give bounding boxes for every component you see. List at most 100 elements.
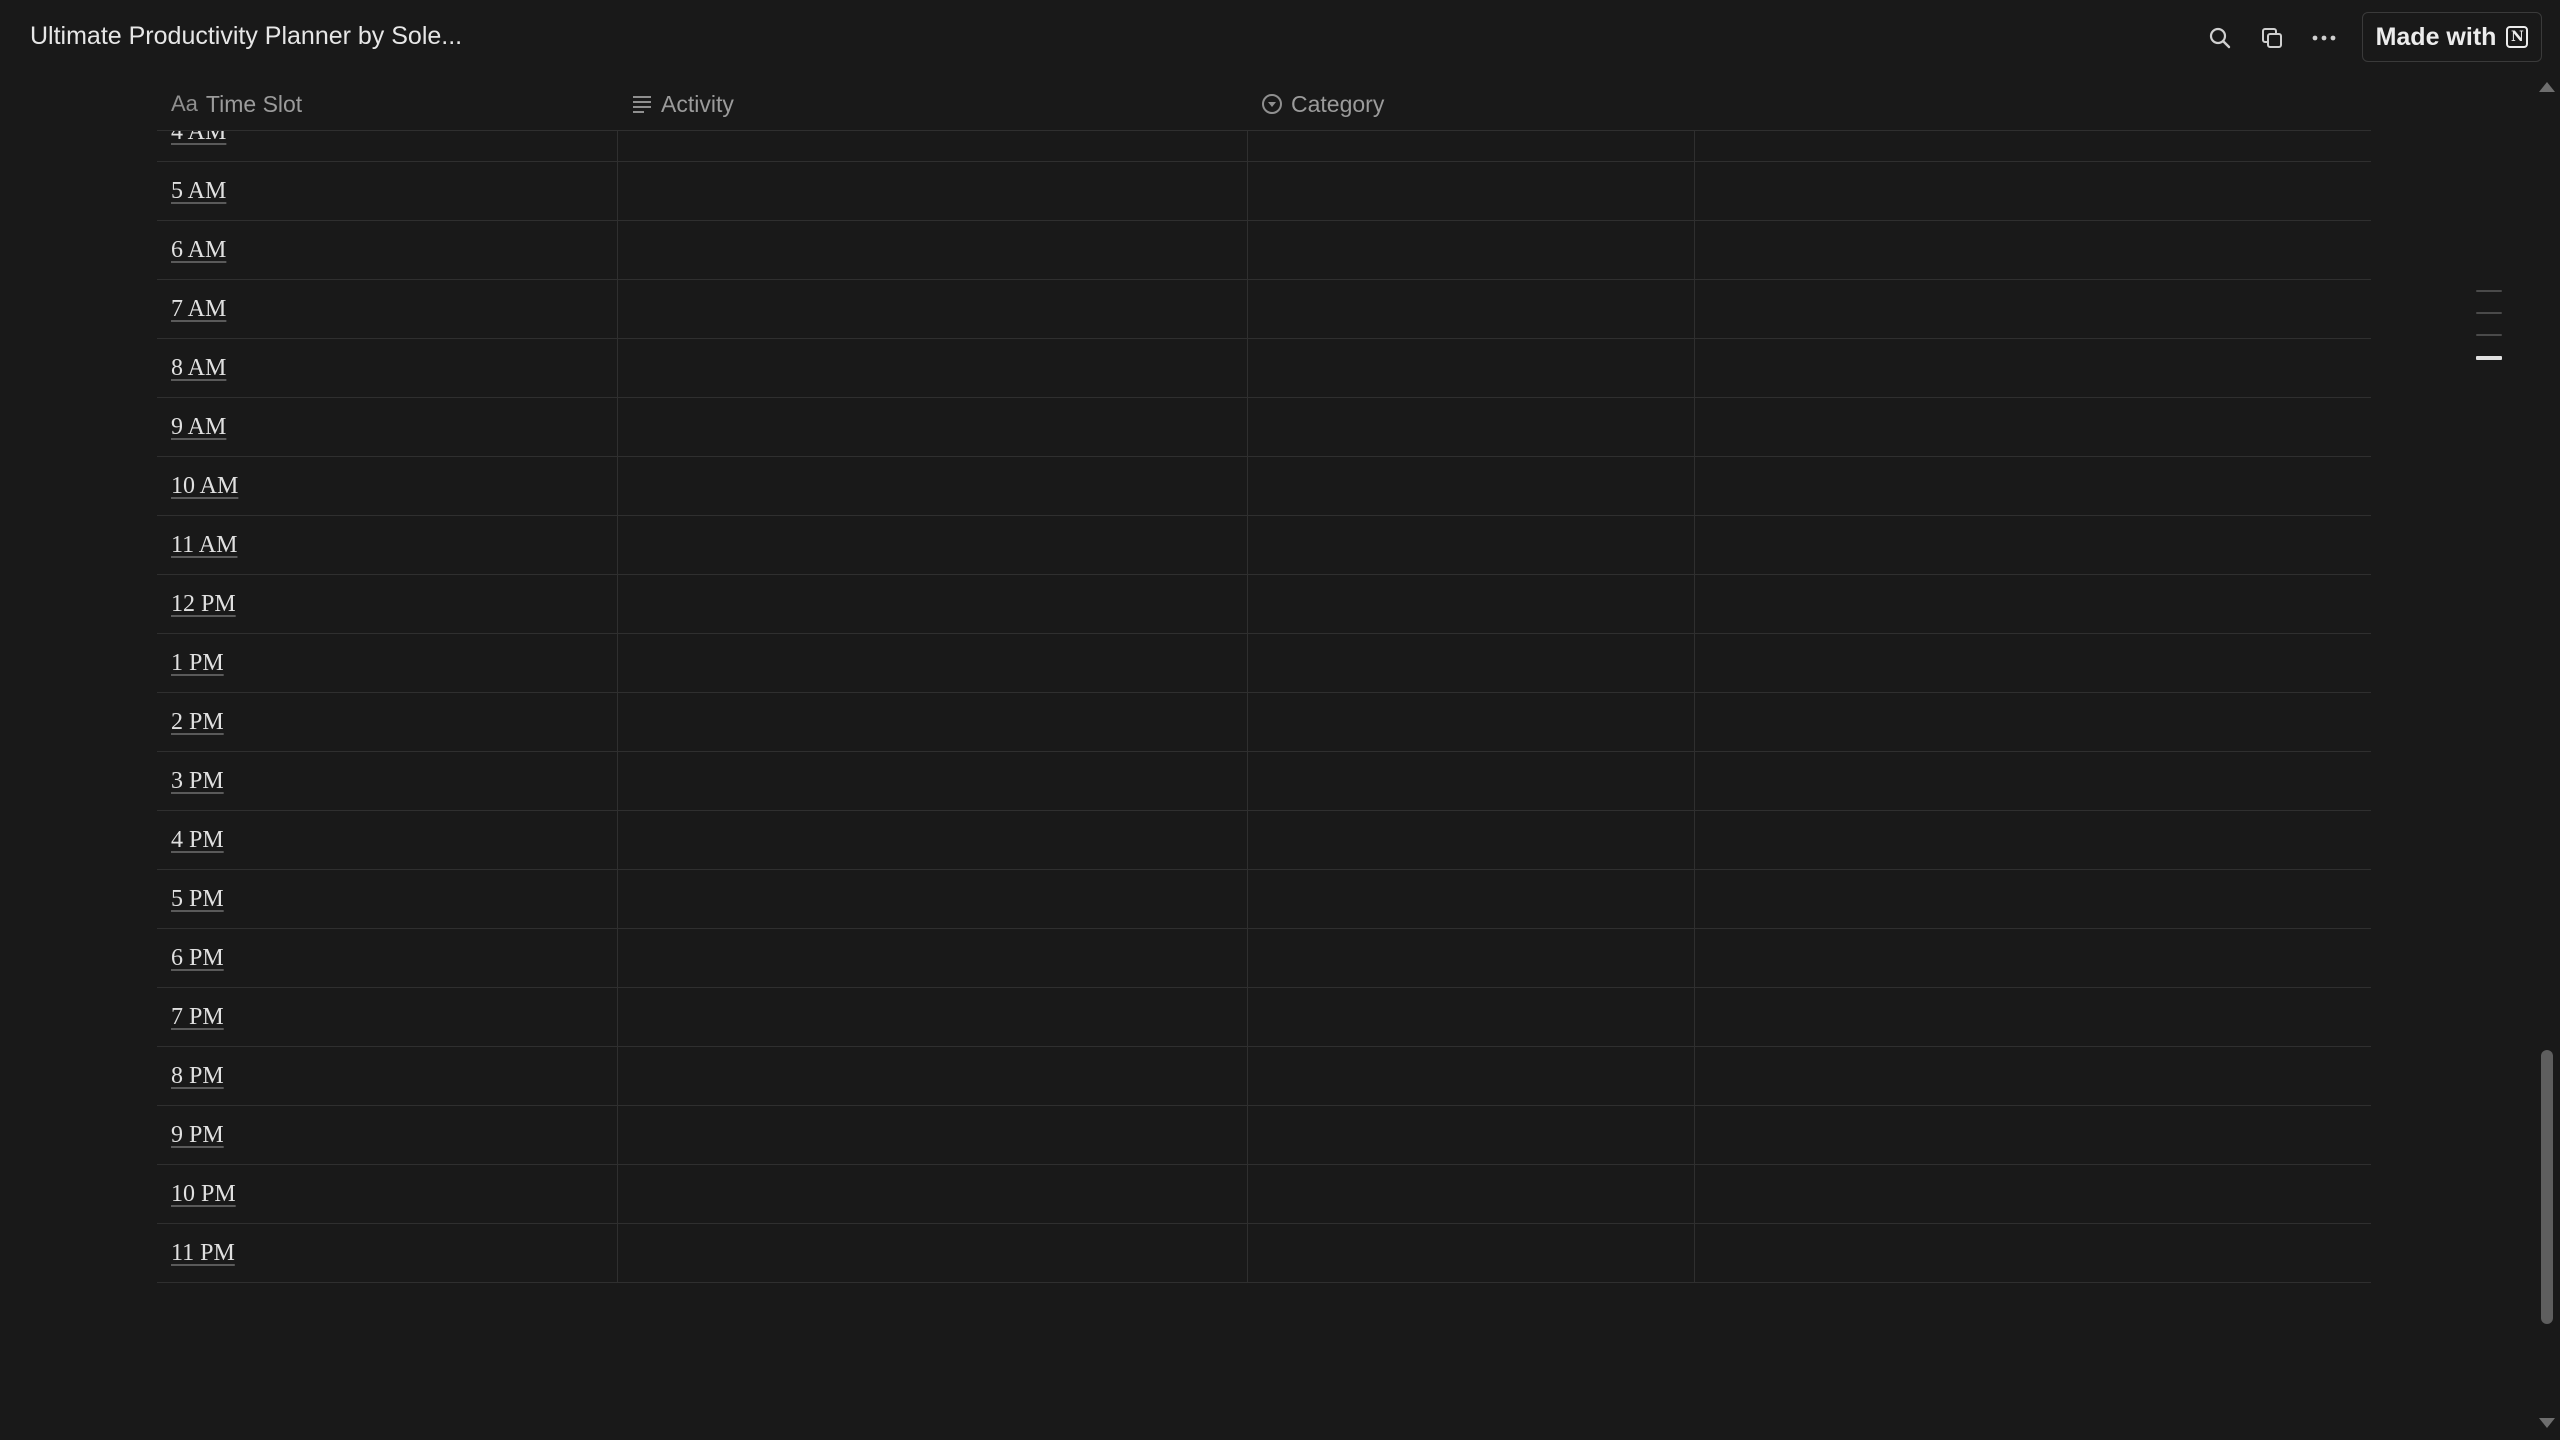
- time-slot-cell[interactable]: 1 PM: [157, 634, 617, 692]
- time-slot-label[interactable]: 10 PM: [171, 1181, 236, 1208]
- activity-cell[interactable]: [617, 1047, 1247, 1105]
- time-slot-cell[interactable]: 12 PM: [157, 575, 617, 633]
- activity-cell[interactable]: [617, 457, 1247, 515]
- time-slot-cell[interactable]: 9 PM: [157, 1106, 617, 1164]
- time-slot-label[interactable]: 6 AM: [171, 237, 226, 264]
- category-cell[interactable]: [1247, 1047, 1694, 1105]
- activity-cell[interactable]: [617, 693, 1247, 751]
- category-cell[interactable]: [1247, 131, 1694, 161]
- column-header-time-slot[interactable]: Aa Time Slot: [171, 78, 302, 130]
- table-of-contents-indicator[interactable]: [2476, 290, 2502, 380]
- extra-cell[interactable]: [1694, 693, 2371, 751]
- category-cell[interactable]: [1247, 1165, 1694, 1223]
- time-slot-label[interactable]: 9 PM: [171, 1122, 224, 1149]
- time-slot-cell[interactable]: 5 AM: [157, 162, 617, 220]
- extra-cell[interactable]: [1694, 162, 2371, 220]
- time-slot-cell[interactable]: 7 AM: [157, 280, 617, 338]
- time-slot-cell[interactable]: 6 AM: [157, 221, 617, 279]
- extra-cell[interactable]: [1694, 516, 2371, 574]
- duplicate-button[interactable]: [2252, 18, 2292, 58]
- column-header-category[interactable]: Category: [1261, 78, 1384, 130]
- activity-cell[interactable]: [617, 280, 1247, 338]
- extra-cell[interactable]: [1694, 811, 2371, 869]
- extra-cell[interactable]: [1694, 1165, 2371, 1223]
- time-slot-label[interactable]: 8 PM: [171, 1063, 224, 1090]
- category-cell[interactable]: [1247, 811, 1694, 869]
- time-slot-cell[interactable]: 11 PM: [157, 1224, 617, 1282]
- more-options-button[interactable]: [2304, 18, 2344, 58]
- time-slot-label[interactable]: 11 PM: [171, 1240, 235, 1267]
- vertical-scrollbar[interactable]: [2538, 78, 2556, 1440]
- activity-cell[interactable]: [617, 870, 1247, 928]
- time-slot-cell[interactable]: 6 PM: [157, 929, 617, 987]
- extra-cell[interactable]: [1694, 339, 2371, 397]
- scroll-up-arrow-icon[interactable]: [2539, 82, 2555, 92]
- time-slot-cell[interactable]: 10 AM: [157, 457, 617, 515]
- time-slot-label[interactable]: 8 AM: [171, 355, 226, 382]
- time-slot-label[interactable]: 12 PM: [171, 591, 236, 618]
- scroll-thumb[interactable]: [2541, 1050, 2553, 1324]
- extra-cell[interactable]: [1694, 280, 2371, 338]
- extra-cell[interactable]: [1694, 457, 2371, 515]
- category-cell[interactable]: [1247, 457, 1694, 515]
- time-slot-label[interactable]: 9 AM: [171, 414, 226, 441]
- time-slot-cell[interactable]: 5 PM: [157, 870, 617, 928]
- extra-cell[interactable]: [1694, 634, 2371, 692]
- activity-cell[interactable]: [617, 162, 1247, 220]
- time-slot-label[interactable]: 3 PM: [171, 768, 224, 795]
- time-slot-label[interactable]: 4 PM: [171, 827, 224, 854]
- time-slot-cell[interactable]: 8 PM: [157, 1047, 617, 1105]
- extra-cell[interactable]: [1694, 752, 2371, 810]
- extra-cell[interactable]: [1694, 131, 2371, 161]
- activity-cell[interactable]: [617, 575, 1247, 633]
- time-slot-cell[interactable]: 8 AM: [157, 339, 617, 397]
- activity-cell[interactable]: [617, 339, 1247, 397]
- extra-cell[interactable]: [1694, 398, 2371, 456]
- activity-cell[interactable]: [617, 1224, 1247, 1282]
- column-header-activity[interactable]: Activity: [631, 78, 734, 130]
- scroll-down-arrow-icon[interactable]: [2539, 1418, 2555, 1428]
- category-cell[interactable]: [1247, 162, 1694, 220]
- search-button[interactable]: [2200, 18, 2240, 58]
- time-slot-label[interactable]: 6 PM: [171, 945, 224, 972]
- category-cell[interactable]: [1247, 988, 1694, 1046]
- activity-cell[interactable]: [617, 1106, 1247, 1164]
- time-slot-label[interactable]: 7 AM: [171, 296, 226, 323]
- activity-cell[interactable]: [617, 221, 1247, 279]
- activity-cell[interactable]: [617, 988, 1247, 1046]
- time-slot-label[interactable]: 7 PM: [171, 1004, 224, 1031]
- extra-cell[interactable]: [1694, 929, 2371, 987]
- time-slot-cell[interactable]: 4 AM: [157, 131, 617, 161]
- toc-line-active[interactable]: [2476, 356, 2502, 360]
- made-with-notion-button[interactable]: Made with N: [2362, 12, 2542, 62]
- time-slot-cell[interactable]: 11 AM: [157, 516, 617, 574]
- time-slot-label[interactable]: 5 PM: [171, 886, 224, 913]
- activity-cell[interactable]: [617, 811, 1247, 869]
- time-slot-cell[interactable]: 3 PM: [157, 752, 617, 810]
- category-cell[interactable]: [1247, 1106, 1694, 1164]
- toc-line[interactable]: [2476, 312, 2502, 314]
- category-cell[interactable]: [1247, 516, 1694, 574]
- category-cell[interactable]: [1247, 693, 1694, 751]
- time-slot-cell[interactable]: 7 PM: [157, 988, 617, 1046]
- category-cell[interactable]: [1247, 634, 1694, 692]
- time-slot-label[interactable]: 4 AM: [171, 131, 226, 146]
- category-cell[interactable]: [1247, 339, 1694, 397]
- activity-cell[interactable]: [617, 131, 1247, 161]
- time-slot-label[interactable]: 10 AM: [171, 473, 238, 500]
- time-slot-cell[interactable]: 9 AM: [157, 398, 617, 456]
- category-cell[interactable]: [1247, 575, 1694, 633]
- toc-line[interactable]: [2476, 290, 2502, 292]
- extra-cell[interactable]: [1694, 1047, 2371, 1105]
- category-cell[interactable]: [1247, 752, 1694, 810]
- category-cell[interactable]: [1247, 870, 1694, 928]
- extra-cell[interactable]: [1694, 575, 2371, 633]
- extra-cell[interactable]: [1694, 221, 2371, 279]
- activity-cell[interactable]: [617, 398, 1247, 456]
- toc-line[interactable]: [2476, 334, 2502, 336]
- extra-cell[interactable]: [1694, 870, 2371, 928]
- activity-cell[interactable]: [617, 929, 1247, 987]
- time-slot-label[interactable]: 5 AM: [171, 178, 226, 205]
- time-slot-label[interactable]: 2 PM: [171, 709, 224, 736]
- page-title[interactable]: Ultimate Productivity Planner by Sole...: [30, 22, 462, 51]
